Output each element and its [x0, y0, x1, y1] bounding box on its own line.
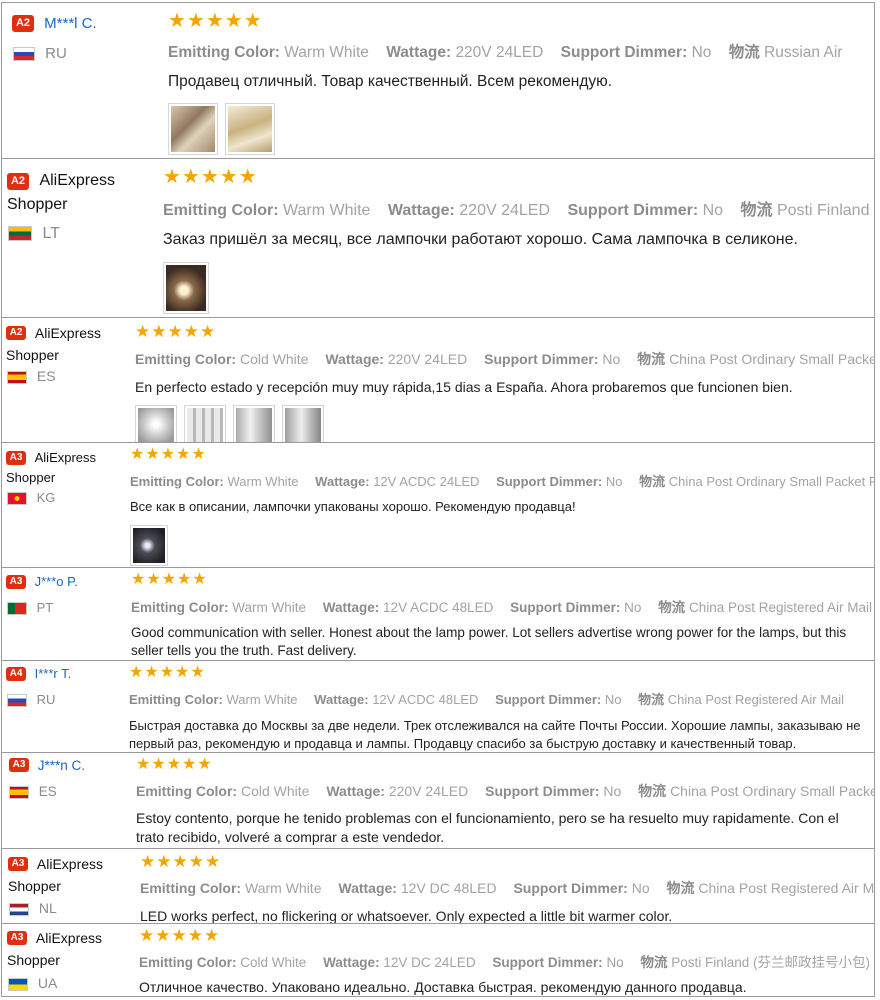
member-level-badge: A3	[7, 931, 27, 946]
review-user: A3 AliExpress Shopper	[7, 927, 132, 970]
review-user: A2 AliExpress Shopper	[7, 169, 157, 217]
member-level-badge: A3	[6, 450, 26, 465]
star-rating: ★★★★★	[163, 166, 258, 188]
review-content: ★★★★★ Emitting Color: Warm White Wattage…	[163, 167, 870, 314]
review-text: Все как в описании, лампочки упакованы х…	[130, 499, 576, 514]
review-photo-thumbnail[interactable]	[163, 262, 209, 314]
review-list: A2 M***l C. RU ★★★★★ Emitting Color: War…	[0, 0, 878, 1000]
review-photo-thumbnail[interactable]	[282, 405, 324, 442]
review-item: A3 AliExpress Shopper KG ★★★★★ Emitting …	[1, 443, 875, 568]
review-item: A3 J***n C. ES ★★★★★ Emitting Color: Col…	[1, 753, 875, 849]
flag-ua-icon	[8, 977, 28, 991]
member-level-badge: A3	[6, 574, 26, 589]
member-level-badge: A4	[6, 666, 26, 681]
review-user: A2 AliExpress Shopper	[6, 322, 131, 365]
review-attributes: Emitting Color: Warm White Wattage: 12V …	[140, 880, 875, 896]
flag-lt-icon	[8, 226, 32, 242]
review-text: Отличное качество. Упаковано идеально. Д…	[139, 979, 747, 995]
review-country: KG	[7, 490, 55, 506]
review-user: A3 AliExpress Shopper	[6, 447, 131, 487]
review-content: ★★★★★ Emitting Color: Warm White Wattage…	[129, 664, 870, 752]
review-text: LED works perfect, no flickering or what…	[140, 908, 673, 924]
review-attributes: Emitting Color: Warm White Wattage: 12V …	[131, 600, 873, 615]
member-level-badge: A2	[7, 172, 29, 190]
review-photo-thumbnail[interactable]	[225, 103, 275, 155]
review-user: A3 J***n C.	[9, 757, 134, 773]
review-photos	[130, 525, 870, 566]
review-content: ★★★★★ Emitting Color: Warm White Wattage…	[140, 852, 875, 924]
review-text: En perfecto estado y recepción muy muy r…	[135, 379, 793, 395]
review-photo-thumbnail[interactable]	[135, 405, 177, 442]
review-item: A3 AliExpress Shopper UA ★★★★★ Emitting …	[1, 924, 875, 997]
star-rating: ★★★★★	[131, 571, 208, 588]
review-user: A2 M***l C.	[12, 14, 162, 32]
review-content: ★★★★★ Emitting Color: Cold White Wattage…	[135, 322, 874, 442]
reviewer-name-link[interactable]: J***n C.	[38, 758, 85, 773]
review-country: RU	[7, 692, 55, 708]
review-content: ★★★★★ Emitting Color: Warm White Wattage…	[131, 571, 873, 660]
review-photo-thumbnail[interactable]	[130, 525, 168, 566]
review-text: Быстрая доставка до Москвы за две недели…	[129, 718, 861, 751]
flag-ru-icon	[13, 47, 35, 62]
member-level-badge: A2	[6, 326, 26, 341]
review-item: A2 AliExpress Shopper ES ★★★★★ Emitting …	[1, 318, 875, 443]
star-rating: ★★★★★	[135, 322, 217, 341]
reviewer-name-link[interactable]: M***l C.	[44, 15, 97, 32]
review-content: ★★★★★ Emitting Color: Cold White Wattage…	[136, 756, 874, 847]
flag-nl-icon	[9, 902, 29, 916]
review-country: LT	[8, 225, 60, 243]
star-rating: ★★★★★	[136, 756, 213, 773]
review-user: A3 AliExpress Shopper	[8, 853, 133, 896]
review-attributes: Emitting Color: Warm White Wattage: 220V…	[163, 202, 870, 219]
review-content: ★★★★★ Emitting Color: Warm White Wattage…	[130, 446, 875, 566]
review-photo-thumbnail[interactable]	[184, 405, 226, 442]
review-user: A3 J***o P.	[6, 573, 131, 589]
review-attributes: Emitting Color: Warm White Wattage: 220V…	[168, 44, 843, 61]
review-country: PT	[7, 600, 53, 616]
review-content: ★★★★★ Emitting Color: Warm White Wattage…	[168, 11, 870, 155]
flag-pt-icon	[7, 602, 27, 616]
review-item: A3 J***o P. PT ★★★★★ Emitting Color: War…	[1, 568, 875, 661]
star-rating: ★★★★★	[168, 10, 263, 32]
reviewer-name-link[interactable]: J***o P.	[35, 574, 78, 589]
review-text: Estoy contento, porque he tenido problem…	[136, 810, 839, 845]
review-content: ★★★★★ Emitting Color: Cold White Wattage…	[139, 927, 870, 995]
review-attributes: Emitting Color: Cold White Wattage: 220V…	[136, 783, 874, 799]
review-country: UA	[8, 975, 57, 991]
star-rating: ★★★★★	[140, 852, 222, 871]
review-country: NL	[9, 900, 57, 916]
review-country: ES	[9, 784, 57, 799]
review-photo-thumbnail[interactable]	[233, 405, 275, 442]
review-item: A3 AliExpress Shopper NL ★★★★★ Emitting …	[1, 849, 875, 924]
review-item: A4 I***r T. RU ★★★★★ Emitting Color: War…	[1, 661, 875, 753]
flag-ru-icon	[7, 694, 27, 708]
review-text: Заказ пришёл за месяц, все лампочки рабо…	[163, 231, 798, 248]
star-rating: ★★★★★	[129, 664, 206, 681]
review-photos	[163, 262, 870, 314]
review-attributes: Emitting Color: Cold White Wattage: 12V …	[139, 955, 871, 970]
review-attributes: Emitting Color: Warm White Wattage: 12V …	[129, 692, 845, 707]
member-level-badge: A2	[12, 14, 34, 32]
review-text: Продавец отличный. Товар качественный. В…	[168, 73, 613, 90]
flag-kg-icon	[7, 492, 27, 506]
star-rating: ★★★★★	[139, 926, 221, 945]
flag-es-icon	[7, 370, 27, 384]
review-country: ES	[7, 368, 56, 384]
review-item: A2 M***l C. RU ★★★★★ Emitting Color: War…	[1, 2, 875, 159]
review-attributes: Emitting Color: Cold White Wattage: 220V…	[135, 351, 874, 367]
review-user: A4 I***r T.	[6, 665, 126, 681]
review-text: Good communication with seller. Honest a…	[131, 625, 847, 658]
review-photos	[168, 103, 870, 155]
review-attributes: Emitting Color: Warm White Wattage: 12V …	[130, 474, 875, 489]
member-level-badge: A3	[8, 857, 28, 872]
review-country: RU	[13, 45, 67, 62]
review-photo-thumbnail[interactable]	[168, 103, 218, 155]
reviewer-name-link[interactable]: I***r T.	[35, 666, 72, 681]
flag-es-icon	[9, 785, 29, 799]
member-level-badge: A3	[9, 758, 29, 773]
star-rating: ★★★★★	[130, 446, 207, 463]
review-item: A2 AliExpress Shopper LT ★★★★★ Emitting …	[1, 159, 875, 318]
review-photos	[135, 405, 870, 442]
